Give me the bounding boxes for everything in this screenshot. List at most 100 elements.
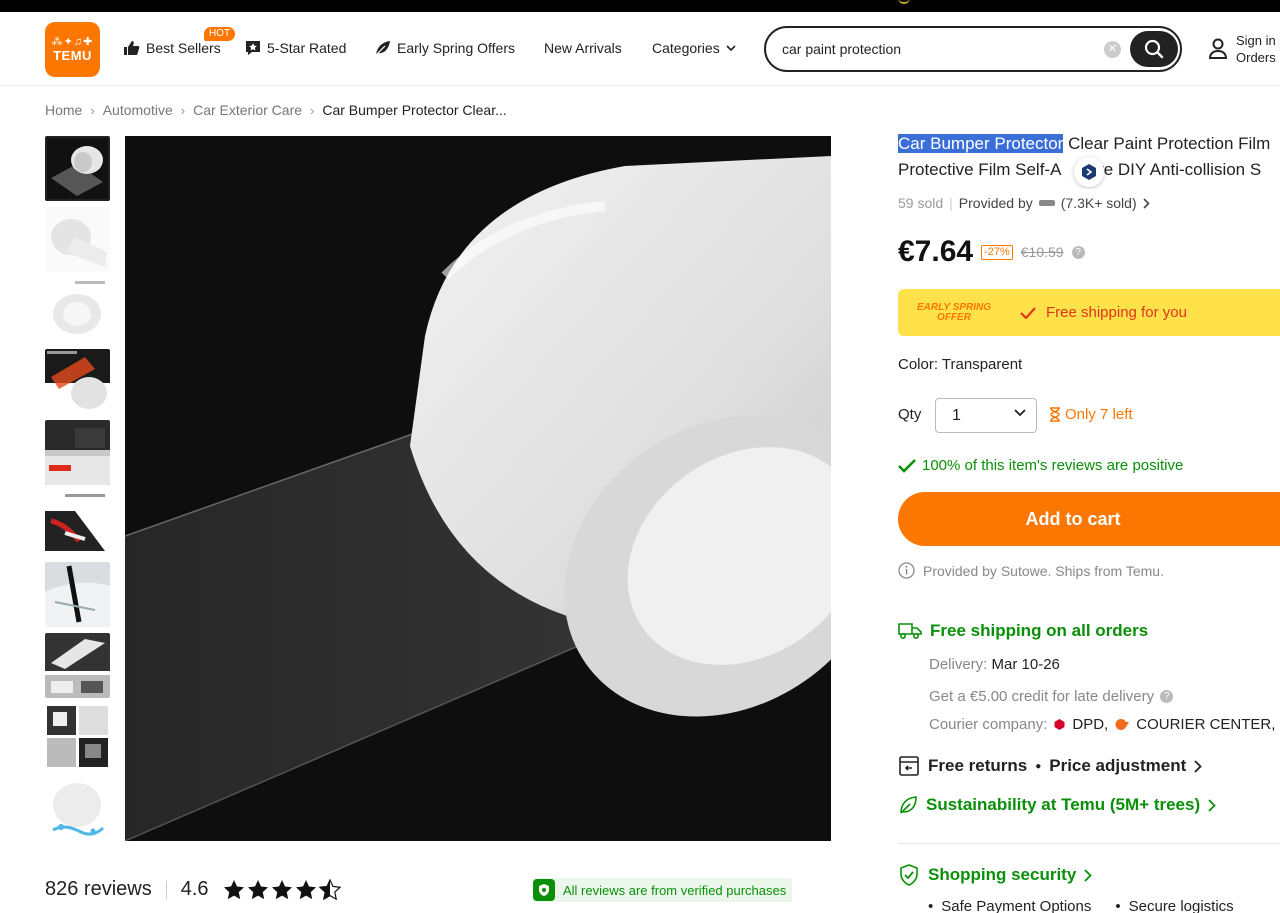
shield-check-icon bbox=[900, 864, 918, 886]
free-returns-section[interactable]: Free returns ● Price adjustment bbox=[898, 756, 1203, 776]
clear-search-icon[interactable]: ✕ bbox=[1104, 41, 1121, 58]
thumbs-up-icon bbox=[124, 41, 140, 55]
early-spring-offer-badge: EARLY SPRING OFFER bbox=[916, 301, 992, 323]
dpd-logo-icon bbox=[1054, 719, 1065, 730]
nav-spring-label: Early Spring Offers bbox=[397, 40, 516, 56]
sign-in-label: Sign in bbox=[1236, 33, 1276, 48]
breadcrumb-chevron-icon: › bbox=[180, 102, 186, 118]
nav-five-star-rated[interactable]: 5-Star Rated bbox=[245, 40, 346, 56]
nav-five-star-label: 5-Star Rated bbox=[267, 40, 347, 56]
sustainability-text: Sustainability at Temu (5M+ trees) bbox=[926, 795, 1201, 814]
title-rest: Clear Paint Protection Film bbox=[1063, 134, 1271, 153]
nav-best-sellers[interactable]: Best Sellers bbox=[123, 40, 221, 56]
free-shipping-text: Free shipping on all orders bbox=[930, 621, 1149, 640]
account-menu[interactable]: Sign in Orders bbox=[1208, 32, 1276, 66]
nav-new-arrivals-label: New Arrivals bbox=[544, 40, 622, 56]
color-selection: Color: Transparent bbox=[898, 356, 1023, 373]
leaf-icon bbox=[900, 796, 917, 814]
reviews-summary[interactable]: 826 reviews 4.6 bbox=[45, 878, 341, 901]
top-black-bar bbox=[0, 0, 1280, 12]
courier-center-logo-icon bbox=[1115, 719, 1130, 730]
nav-categories[interactable]: Categories bbox=[652, 40, 736, 56]
breadcrumb-automotive[interactable]: Automotive bbox=[103, 102, 173, 118]
current-price: €7.64 bbox=[898, 235, 974, 268]
thumbnail-5[interactable] bbox=[45, 420, 110, 485]
free-shipping-section[interactable]: Free shipping on all orders bbox=[898, 621, 1148, 641]
thumbnail-1[interactable] bbox=[45, 136, 110, 201]
help-icon[interactable]: ? bbox=[1071, 245, 1085, 259]
shopping-security-section[interactable]: Shopping security bbox=[898, 864, 1093, 886]
positive-reviews-note: 100% of this item's reviews are positive bbox=[898, 457, 1183, 474]
hourglass-icon bbox=[1050, 407, 1060, 422]
secure-logistics-item: Secure logistics bbox=[1115, 898, 1234, 913]
star-icon bbox=[247, 880, 268, 900]
thumbnail-4[interactable] bbox=[45, 349, 110, 414]
stock-warning: Only 7 left bbox=[1049, 406, 1133, 423]
chevron-down-icon bbox=[1014, 409, 1026, 417]
sold-info: 59 sold | Provided by (7.3K+ sold) bbox=[898, 195, 1150, 211]
hot-badge: HOT bbox=[204, 27, 236, 41]
title-highlight: Car Bumper Protector bbox=[898, 134, 1064, 153]
original-price: €10.59 bbox=[1020, 244, 1064, 260]
price-adjustment-text: Price adjustment bbox=[1049, 756, 1187, 775]
thumbnail-6[interactable] bbox=[45, 491, 110, 556]
title-line2a: Protective Film Self-A bbox=[898, 160, 1062, 179]
translate-icon[interactable] bbox=[1074, 157, 1104, 187]
thumbnail-8[interactable] bbox=[45, 633, 110, 698]
product-title: Car Bumper Protector Clear Paint Protect… bbox=[898, 131, 1280, 189]
logo-text: TEMU bbox=[53, 48, 92, 63]
site-header: ⁂✦♫✚ TEMU Best Sellers HOT 5-Star Rated … bbox=[0, 12, 1280, 86]
return-box-icon bbox=[899, 756, 919, 776]
breadcrumb-current: Car Bumper Protector Clear... bbox=[322, 102, 507, 118]
seller-sold-link[interactable]: (7.3K+ sold) bbox=[1061, 195, 1137, 211]
nav-categories-label: Categories bbox=[652, 40, 720, 56]
shield-check-icon bbox=[533, 879, 555, 901]
stock-text: Only 7 left bbox=[1065, 406, 1133, 423]
nav-new-arrivals[interactable]: New Arrivals bbox=[544, 40, 622, 56]
shopping-security-text: Shopping security bbox=[928, 865, 1077, 884]
chevron-down-icon bbox=[726, 44, 736, 51]
seller-logo-icon bbox=[1038, 200, 1055, 206]
provided-by-label: Provided by bbox=[958, 195, 1033, 211]
breadcrumb-chevron-icon: › bbox=[310, 102, 315, 118]
star-icon bbox=[223, 880, 244, 900]
breadcrumb-chevron-icon: › bbox=[90, 102, 95, 118]
search-button[interactable] bbox=[1130, 31, 1178, 67]
nav-best-sellers-label: Best Sellers bbox=[146, 40, 221, 56]
breadcrumb-home[interactable]: Home bbox=[45, 102, 82, 118]
quantity-select[interactable]: 1 bbox=[935, 398, 1037, 433]
temu-logo[interactable]: ⁂✦♫✚ TEMU bbox=[45, 22, 100, 77]
delivery-date: Mar 10-26 bbox=[991, 656, 1060, 673]
price-row: €7.64 -27% €10.59 ? bbox=[898, 235, 1085, 269]
search-input[interactable] bbox=[782, 38, 1092, 60]
star-chat-icon bbox=[246, 41, 260, 55]
thumbnail-2[interactable] bbox=[45, 207, 110, 272]
discount-badge: -27% bbox=[981, 244, 1013, 260]
orders-label: Orders bbox=[1236, 50, 1276, 65]
star-rating bbox=[223, 879, 341, 900]
sold-count: 59 sold bbox=[898, 195, 944, 211]
nav-early-spring-offers[interactable]: Early Spring Offers bbox=[374, 40, 515, 56]
add-to-cart-button[interactable]: Add to cart bbox=[898, 492, 1280, 546]
main-product-image[interactable] bbox=[125, 136, 831, 841]
breadcrumb-exterior-care[interactable]: Car Exterior Care bbox=[193, 102, 302, 118]
user-icon bbox=[1208, 38, 1228, 59]
chevron-right-icon bbox=[1208, 798, 1216, 812]
provided-note: Provided by Sutowe. Ships from Temu. bbox=[898, 562, 1164, 579]
title-line2b: ive DIY Anti-collision S bbox=[1091, 160, 1262, 179]
sustainability-section[interactable]: Sustainability at Temu (5M+ trees) bbox=[898, 795, 1216, 815]
search-icon bbox=[1144, 39, 1164, 59]
banner-text: Free shipping for you bbox=[1046, 304, 1187, 321]
thumbnail-7[interactable] bbox=[45, 562, 110, 627]
thumbnail-10[interactable] bbox=[45, 775, 110, 840]
check-icon bbox=[1020, 306, 1036, 319]
help-icon[interactable]: ? bbox=[1160, 690, 1174, 703]
star-icon bbox=[271, 880, 292, 900]
rating-value: 4.6 bbox=[180, 878, 209, 900]
thumbnail-9[interactable] bbox=[45, 704, 110, 769]
provided-text: Provided by Sutowe. Ships from Temu. bbox=[923, 562, 1164, 579]
leaf-icon bbox=[375, 41, 390, 56]
chevron-right-icon bbox=[1143, 197, 1150, 209]
thumbnail-3[interactable] bbox=[45, 278, 110, 343]
search-box: ✕ bbox=[764, 26, 1182, 72]
